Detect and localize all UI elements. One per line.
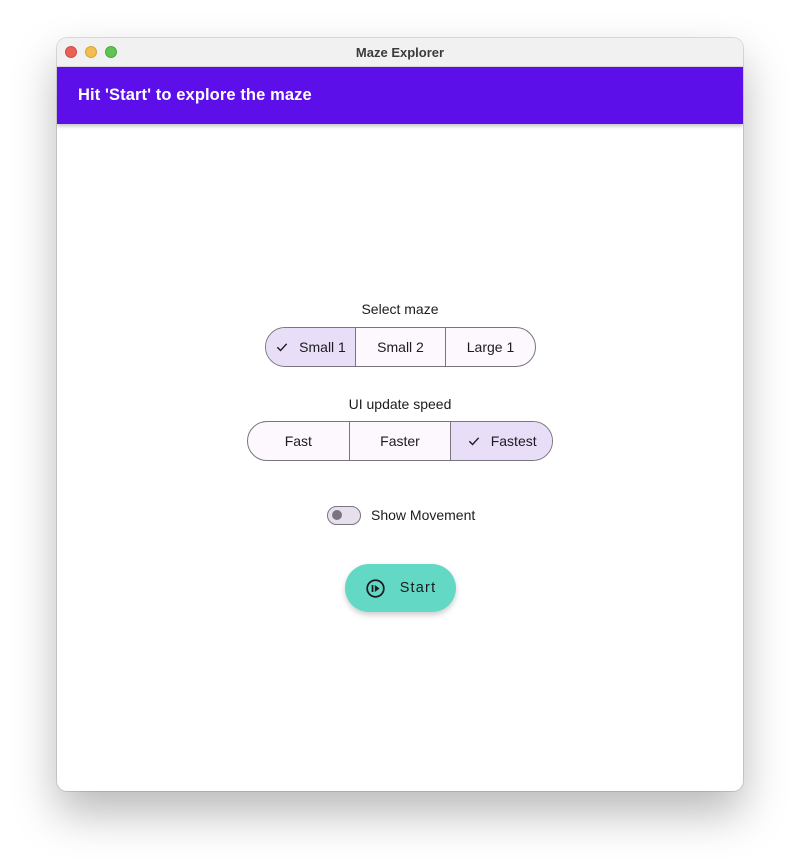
speed-option-fastest[interactable]: Fastest [451, 422, 552, 460]
maze-option-small-2[interactable]: Small 2 [356, 328, 446, 366]
select-maze-label: Select maze [361, 301, 439, 317]
maze-option-label: Small 2 [377, 339, 424, 355]
speed-segmented-control: Fast Faster Fastest [247, 421, 553, 461]
check-icon [468, 437, 479, 446]
show-movement-label: Show Movement [371, 507, 476, 523]
maze-option-label: Large 1 [466, 339, 515, 355]
window-title: Maze Explorer [355, 45, 445, 60]
maze-option-large-1[interactable]: Large 1 [446, 328, 535, 366]
start-button-label: Start [399, 580, 437, 596]
speed-option-label: Fast [284, 433, 312, 449]
show-movement-row: Show Movement [327, 504, 475, 526]
app-bar: Hit 'Start' to explore the maze [57, 67, 743, 124]
maze-segmented-control: Small 1 Small 2 Large 1 [265, 327, 536, 367]
app-bar-title: Hit 'Start' to explore the maze [78, 86, 312, 104]
start-button[interactable]: Start [345, 564, 456, 612]
speed-option-label: Fastest [490, 433, 537, 449]
switch-thumb [332, 510, 342, 520]
title-bar: Maze Explorer [57, 38, 743, 67]
speed-label: UI update speed [348, 396, 452, 412]
show-movement-switch[interactable] [327, 505, 361, 525]
play-circle-icon [366, 578, 385, 598]
speed-option-fast[interactable]: Fast [248, 422, 350, 460]
app-window: Maze Explorer Hit 'Start' to explore the… [57, 38, 743, 791]
maze-option-label: Small 1 [299, 339, 346, 355]
check-icon [276, 343, 288, 352]
speed-option-label: Faster [380, 433, 420, 449]
maze-option-small-1[interactable]: Small 1 [266, 328, 356, 366]
speed-option-faster[interactable]: Faster [350, 422, 452, 460]
